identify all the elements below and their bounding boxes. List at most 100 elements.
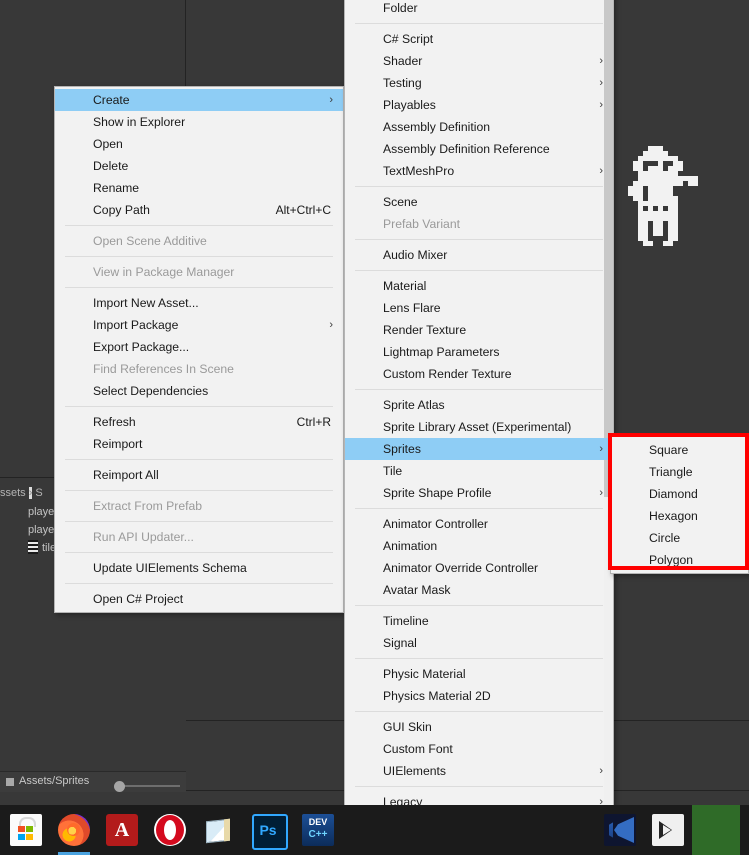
menu-separator xyxy=(65,225,333,226)
menu-item-animator-override-controller[interactable]: Animator Override Controller xyxy=(345,557,613,579)
menu-separator xyxy=(65,459,333,460)
menu-item-folder[interactable]: Folder xyxy=(345,0,613,19)
menu-item-update-uielements-schema[interactable]: Update UIElements Schema xyxy=(55,557,343,579)
menu-item-hexagon[interactable]: Hexagon xyxy=(611,505,748,527)
menu-item-label: Extract From Prefab xyxy=(93,499,203,513)
menu-item-assembly-definition[interactable]: Assembly Definition xyxy=(345,116,613,138)
menu-item-import-new-asset[interactable]: Import New Asset... xyxy=(55,292,343,314)
sprites-submenu[interactable]: Square Triangle Diamond Hexagon Circle Polygo… xyxy=(610,436,749,574)
menu-item-lightmap-parameters[interactable]: Lightmap Parameters xyxy=(345,341,613,363)
menu-separator xyxy=(65,256,333,257)
menu-item-delete[interactable]: Delete xyxy=(55,155,343,177)
menu-item-diamond[interactable]: Diamond xyxy=(611,483,748,505)
menu-item-label: Create xyxy=(93,93,130,107)
menu-item-label: Custom Font xyxy=(383,742,453,756)
menu-item-assembly-definition-reference[interactable]: Assembly Definition Reference xyxy=(345,138,613,160)
taskbar-item-visual-studio[interactable] xyxy=(604,814,636,846)
menu-item-square[interactable]: Square xyxy=(611,439,748,461)
windows-taskbar[interactable] xyxy=(0,805,749,855)
breadcrumb-current[interactable]: S xyxy=(35,487,42,499)
menu-item-sprite-shape-profile[interactable]: Sprite Shape Profile › xyxy=(345,482,613,504)
menu-item-refresh[interactable]: Refresh Ctrl+R xyxy=(55,411,343,433)
menu-item-sprite-atlas[interactable]: Sprite Atlas xyxy=(345,394,613,416)
menu-item-animator-controller[interactable]: Animator Controller xyxy=(345,513,613,535)
menu-item-textmeshpro[interactable]: TextMeshPro › xyxy=(345,160,613,182)
menu-item-import-package[interactable]: Import Package › xyxy=(55,314,343,336)
menu-item-show-in-explorer[interactable]: Show in Explorer xyxy=(55,111,343,133)
menu-item-c-script[interactable]: C# Script xyxy=(345,28,613,50)
taskbar-item-opera[interactable] xyxy=(154,814,186,846)
menu-item-scene[interactable]: Scene xyxy=(345,191,613,213)
menu-item-lens-flare[interactable]: Lens Flare xyxy=(345,297,613,319)
menu-item-animation[interactable]: Animation xyxy=(345,535,613,557)
menu-item-open[interactable]: Open xyxy=(55,133,343,155)
menu-item-label: Animator Controller xyxy=(383,517,488,531)
menu-item-signal[interactable]: Signal xyxy=(345,632,613,654)
menu-item-sprite-library-asset-experimental[interactable]: Sprite Library Asset (Experimental) xyxy=(345,416,613,438)
project-context-menu[interactable]: Create › Show in Explorer Open Delete Rename C… xyxy=(54,86,344,613)
menu-item-physic-material[interactable]: Physic Material xyxy=(345,663,613,685)
menu-item-sprites[interactable]: Sprites › xyxy=(345,438,613,460)
tilemap-thumbnail-icon xyxy=(28,540,38,554)
taskbar-item-notepad[interactable] xyxy=(202,814,234,846)
menu-item-open-scene-additive: Open Scene Additive xyxy=(55,230,343,252)
menu-item-testing[interactable]: Testing › xyxy=(345,72,613,94)
menu-item-label: Audio Mixer xyxy=(383,248,448,262)
zoom-slider-track[interactable] xyxy=(118,785,180,787)
menu-item-label: Shader xyxy=(383,54,423,68)
menu-item-open-c-project[interactable]: Open C# Project xyxy=(55,588,343,610)
menu-item-custom-render-texture[interactable]: Custom Render Texture xyxy=(345,363,613,385)
menu-item-gui-skin[interactable]: GUI Skin xyxy=(345,716,613,738)
taskbar-item-microsoft-store[interactable] xyxy=(10,814,42,846)
menu-item-reimport[interactable]: Reimport xyxy=(55,433,343,455)
menu-item-shortcut: Ctrl+R xyxy=(296,415,331,429)
menu-item-playables[interactable]: Playables › xyxy=(345,94,613,116)
menu-item-render-texture[interactable]: Render Texture xyxy=(345,319,613,341)
menu-item-circle[interactable]: Circle xyxy=(611,527,748,549)
status-path: Assets/Sprites xyxy=(19,775,90,787)
taskbar-item-adobe-photoshop[interactable] xyxy=(252,814,288,850)
menu-item-audio-mixer[interactable]: Audio Mixer xyxy=(345,244,613,266)
menu-item-label: Lightmap Parameters xyxy=(383,345,500,359)
create-submenu[interactable]: Folder C# Script Shader › Testing › Playables ›… xyxy=(344,0,614,855)
zoom-slider-knob[interactable] xyxy=(114,781,125,792)
taskbar-item-dev-c-[interactable] xyxy=(302,814,334,846)
menu-separator xyxy=(355,786,603,787)
menu-item-reimport-all[interactable]: Reimport All xyxy=(55,464,343,486)
menu-item-select-dependencies[interactable]: Select Dependencies xyxy=(55,380,343,402)
menu-item-export-package[interactable]: Export Package... xyxy=(55,336,343,358)
menu-item-rename[interactable]: Rename xyxy=(55,177,343,199)
menu-item-material[interactable]: Material xyxy=(345,275,613,297)
menu-item-label: Open C# Project xyxy=(93,592,184,606)
menu-item-label: Timeline xyxy=(383,614,429,628)
menu-separator xyxy=(355,270,603,271)
menu-item-label: Render Texture xyxy=(383,323,467,337)
menu-separator xyxy=(355,23,603,24)
menu-item-label: Select Dependencies xyxy=(93,384,209,398)
menu-separator xyxy=(65,521,333,522)
menu-separator xyxy=(355,239,603,240)
menu-item-physics-material-2d[interactable]: Physics Material 2D xyxy=(345,685,613,707)
taskbar-item-unity[interactable] xyxy=(652,814,684,846)
menu-item-label: Sprite Atlas xyxy=(383,398,445,412)
menu-item-timeline[interactable]: Timeline xyxy=(345,610,613,632)
menu-item-shader[interactable]: Shader › xyxy=(345,50,613,72)
menu-item-label: Update UIElements Schema xyxy=(93,561,247,575)
menu-item-create[interactable]: Create › xyxy=(55,89,343,111)
menu-item-uielements[interactable]: UIElements › xyxy=(345,760,613,782)
menu-item-polygon[interactable]: Polygon xyxy=(611,549,748,571)
menu-item-copy-path[interactable]: Copy Path Alt+Ctrl+C xyxy=(55,199,343,221)
project-statusbar: Assets/Sprites xyxy=(0,771,186,792)
breadcrumb-root[interactable]: ssets xyxy=(0,487,26,499)
menu-item-tile[interactable]: Tile xyxy=(345,460,613,482)
menu-item-find-references-in-scene: Find References In Scene xyxy=(55,358,343,380)
breadcrumb[interactable]: ssets › S xyxy=(0,487,43,499)
menu-item-label: Physics Material 2D xyxy=(383,689,491,703)
menu-item-label: GUI Skin xyxy=(383,720,432,734)
taskbar-item-adobe-acrobat[interactable] xyxy=(106,814,138,846)
menu-item-avatar-mask[interactable]: Avatar Mask xyxy=(345,579,613,601)
menu-item-custom-font[interactable]: Custom Font xyxy=(345,738,613,760)
menu-item-triangle[interactable]: Triangle xyxy=(611,461,748,483)
taskbar-item-firefox[interactable] xyxy=(58,814,90,846)
menu-item-label: Lens Flare xyxy=(383,301,441,315)
